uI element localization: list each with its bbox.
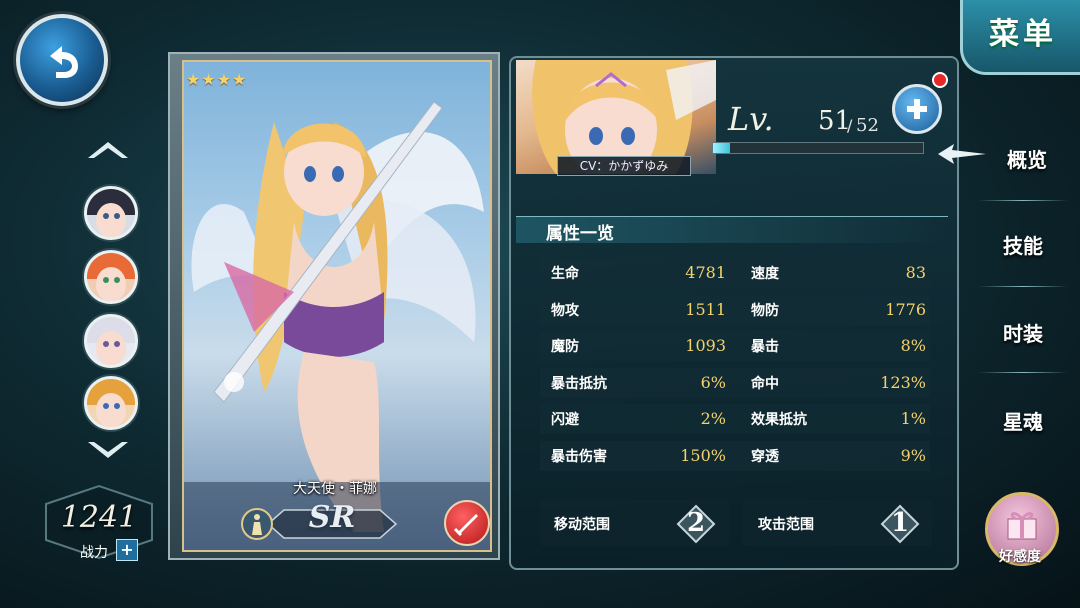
attribute-name: 物防: [751, 303, 779, 319]
attack-range-value: 1: [890, 508, 910, 538]
angel-character-illustration: [184, 101, 490, 550]
wing-arrow-icon: [938, 144, 986, 164]
tab-overview[interactable]: 概览: [988, 144, 1066, 173]
attribute-value: 6%: [700, 373, 726, 392]
move-range-label: 移动范围: [554, 517, 610, 533]
plus-icon: [907, 99, 927, 119]
notification-dot: [932, 72, 948, 88]
level-separator: /: [847, 116, 853, 135]
attack-range-label: 攻击范围: [758, 517, 814, 533]
tab-divider: [978, 372, 1068, 373]
sword-icon: [453, 514, 478, 537]
attribute-value: 1776: [885, 300, 926, 319]
attribute-name: 暴击抵抗: [551, 376, 607, 392]
attribute-name: 穿透: [751, 449, 779, 465]
character-avatar[interactable]: [84, 250, 138, 304]
attribute-name: 速度: [751, 266, 779, 282]
tab-costume[interactable]: 时装: [984, 318, 1062, 347]
tab-star-soul[interactable]: 星魂: [984, 406, 1062, 435]
menu-button[interactable]: 菜单: [960, 0, 1080, 75]
attribute-name: 闪避: [551, 412, 579, 428]
tab-skills[interactable]: 技能: [984, 230, 1062, 259]
move-range-value: 2: [686, 508, 706, 538]
character-avatar-selected[interactable]: [84, 376, 138, 430]
rarity-badge: SR: [308, 500, 356, 535]
attribute-value: 4781: [685, 263, 726, 282]
attribute-name: 生命: [551, 266, 579, 282]
character-avatar[interactable]: [84, 314, 138, 368]
attribute-name: 物攻: [551, 303, 579, 319]
equipment-button[interactable]: [444, 500, 490, 546]
attribute-name: 效果抵抗: [751, 412, 807, 428]
attribute-value: 123%: [880, 373, 926, 392]
attribute-value: 8%: [900, 336, 926, 355]
level-up-button[interactable]: [892, 84, 942, 134]
back-button[interactable]: [16, 14, 108, 106]
voice-actor-label: CV：かかずゆみ: [557, 156, 691, 176]
rarity-stars: ★★★★: [186, 70, 248, 89]
attribute-value: 1511: [685, 300, 726, 319]
tab-divider: [978, 200, 1068, 201]
attribute-value: 1%: [900, 409, 926, 428]
attribute-value: 2%: [700, 409, 726, 428]
attribute-name: 命中: [751, 376, 779, 392]
level-max: 52: [856, 115, 879, 136]
attribute-name: 暴击伤害: [551, 449, 607, 465]
tab-divider: [978, 286, 1068, 287]
attributes-title: 属性一览: [546, 224, 614, 244]
level-label: Lv.: [728, 100, 774, 138]
experience-bar: [712, 142, 924, 154]
attribute-name: 魔防: [551, 339, 579, 355]
attribute-value: 83: [905, 263, 926, 282]
move-range-box: 移动范围 2: [540, 500, 730, 546]
attribute-value: 150%: [680, 446, 726, 465]
attribute-value: 9%: [900, 446, 926, 465]
scroll-up-arrow-icon[interactable]: [86, 138, 130, 160]
character-avatar[interactable]: [84, 186, 138, 240]
power-add-button[interactable]: +: [116, 539, 138, 561]
attack-range-box: 攻击范围 1: [742, 500, 932, 546]
return-arrow-icon: [50, 46, 78, 78]
power-label: 战力: [80, 545, 108, 561]
scroll-down-arrow-icon[interactable]: [86, 440, 130, 462]
character-name: 大天使・菲娜: [293, 481, 377, 497]
healer-class-icon: [241, 508, 273, 540]
attribute-name: 暴击: [751, 339, 779, 355]
power-value: 1241: [60, 500, 138, 535]
affection-label: 好感度: [999, 549, 1041, 565]
experience-fill: [713, 143, 730, 153]
attribute-value: 1093: [685, 336, 726, 355]
